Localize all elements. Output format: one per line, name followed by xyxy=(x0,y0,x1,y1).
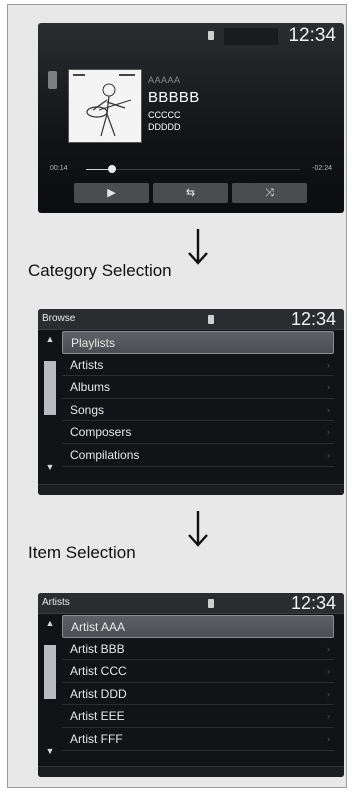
chevron-right-icon: › xyxy=(327,359,330,370)
progress-knob[interactable] xyxy=(107,165,116,173)
repeat-button[interactable]: ⇆ xyxy=(153,183,228,203)
list-title: Artists xyxy=(42,597,70,608)
down-arrow-icon xyxy=(188,511,208,547)
down-arrow-icon xyxy=(188,229,208,265)
track-info: AAAAA BBBBB CCCCC DDDDD xyxy=(148,75,200,132)
list-header: Browse 12:34 xyxy=(38,309,344,330)
progress-bar[interactable] xyxy=(86,165,300,173)
elapsed-time: 00:14 xyxy=(50,165,68,172)
browse-screen: Browse 12:34 ▲ ▼ Playlists › Artists › Alb… xyxy=(38,309,344,495)
list-item-composers[interactable]: Composers › xyxy=(62,421,334,444)
track-line-4: DDDDD xyxy=(148,122,181,132)
album-art xyxy=(68,69,142,143)
list-item-artist-aaa[interactable]: Artist AAA › xyxy=(62,615,334,638)
scrollbar[interactable]: ▲ ▼ xyxy=(42,617,58,757)
track-title: BBBBB xyxy=(148,89,200,106)
list-item-label: Artist EEE xyxy=(70,709,125,724)
chevron-right-icon: › xyxy=(327,666,330,677)
chevron-right-icon: › xyxy=(327,404,330,415)
chevron-right-icon: › xyxy=(327,711,330,722)
scroll-down-icon[interactable]: ▼ xyxy=(42,745,58,757)
artists-screen: Artists 12:34 ▲ ▼ Artist AAA › Artist BBB… xyxy=(38,593,344,777)
chevron-right-icon: › xyxy=(327,643,330,654)
list-item-artist-eee[interactable]: Artist EEE › xyxy=(62,705,334,728)
track-line-3: CCCCC xyxy=(148,110,181,120)
repeat-icon: ⇆ xyxy=(185,187,196,199)
album-art-image xyxy=(73,74,135,137)
chevron-right-icon: › xyxy=(327,449,330,460)
shuffle-icon: ⤨ xyxy=(265,187,274,199)
list-item-artist-ccc[interactable]: Artist CCC › xyxy=(62,660,334,683)
list-item-playlists[interactable]: Playlists › xyxy=(62,331,334,354)
list-header: Artists 12:34 xyxy=(38,593,344,614)
clock: 12:34 xyxy=(288,25,336,46)
clock: 12:34 xyxy=(290,309,336,329)
list-item-label: Composers xyxy=(70,425,132,440)
list-item-label: Artist CCC xyxy=(70,664,127,679)
list-item-compilations[interactable]: Compilations › xyxy=(62,444,334,467)
phone-icon xyxy=(208,599,214,608)
list-title: Browse xyxy=(42,313,76,324)
category-list: Playlists › Artists › Albums › Songs › Compo… xyxy=(62,331,334,467)
clock: 12:34 xyxy=(290,593,336,613)
list-item-label: Artist BBB xyxy=(70,641,125,656)
chevron-right-icon: › xyxy=(327,427,330,438)
list-footer xyxy=(38,484,344,495)
play-icon: ▶ xyxy=(107,187,116,199)
scrollbar[interactable]: ▲ ▼ xyxy=(42,333,58,473)
phone-icon xyxy=(208,315,214,324)
figure-frame: 12:34 AAAAA BBBBB CCCCC DDDDD 00:14 -02:… xyxy=(7,4,347,788)
scroll-up-icon[interactable]: ▲ xyxy=(42,333,58,345)
category-selection-label: Category Selection xyxy=(28,261,172,280)
chevron-right-icon: › xyxy=(327,688,330,699)
chevron-right-icon: › xyxy=(326,338,329,348)
status-bar: 12:34 xyxy=(38,23,344,49)
list-item-label: Artist FFF xyxy=(70,731,123,746)
track-line-1: AAAAA xyxy=(148,75,181,85)
list-item-label: Albums xyxy=(70,380,111,395)
list-footer xyxy=(38,766,344,777)
chevron-right-icon: › xyxy=(326,622,329,632)
list-item-songs[interactable]: Songs › xyxy=(62,399,334,422)
usb-source-icon[interactable] xyxy=(48,71,57,89)
chevron-right-icon: › xyxy=(327,733,330,744)
scroll-thumb[interactable] xyxy=(44,361,56,415)
artist-list: Artist AAA › Artist BBB › Artist CCC › Arti… xyxy=(62,615,334,751)
list-item-artist-ddd[interactable]: Artist DDD › xyxy=(62,683,334,706)
list-item-artist-fff[interactable]: Artist FFF › xyxy=(62,728,334,751)
list-item-label: Artist AAA xyxy=(71,620,126,634)
list-item-artists[interactable]: Artists › xyxy=(62,354,334,377)
phone-icon xyxy=(208,31,214,40)
list-item-albums[interactable]: Albums › xyxy=(62,376,334,399)
list-item-label: Playlists xyxy=(71,336,116,350)
list-item-artist-bbb[interactable]: Artist BBB › xyxy=(62,638,334,661)
status-strip xyxy=(224,28,278,45)
scroll-down-icon[interactable]: ▼ xyxy=(42,461,58,473)
list-item-label: Artists xyxy=(70,357,104,372)
shuffle-button[interactable]: ⤨ xyxy=(232,183,307,203)
list-item-label: Compilations xyxy=(70,447,140,462)
list-item-label: Songs xyxy=(70,402,105,417)
item-selection-label: Item Selection xyxy=(28,543,136,562)
now-playing-screen: 12:34 AAAAA BBBBB CCCCC DDDDD 00:14 -02:… xyxy=(38,23,344,213)
list-item-label: Artist DDD xyxy=(70,686,127,701)
scroll-thumb[interactable] xyxy=(44,645,56,699)
playback-controls: ▶ ⇆ ⤨ xyxy=(74,183,308,203)
play-button[interactable]: ▶ xyxy=(74,183,149,203)
chevron-right-icon: › xyxy=(327,382,330,393)
scroll-up-icon[interactable]: ▲ xyxy=(42,617,58,629)
remaining-time: -02:24 xyxy=(312,165,332,172)
